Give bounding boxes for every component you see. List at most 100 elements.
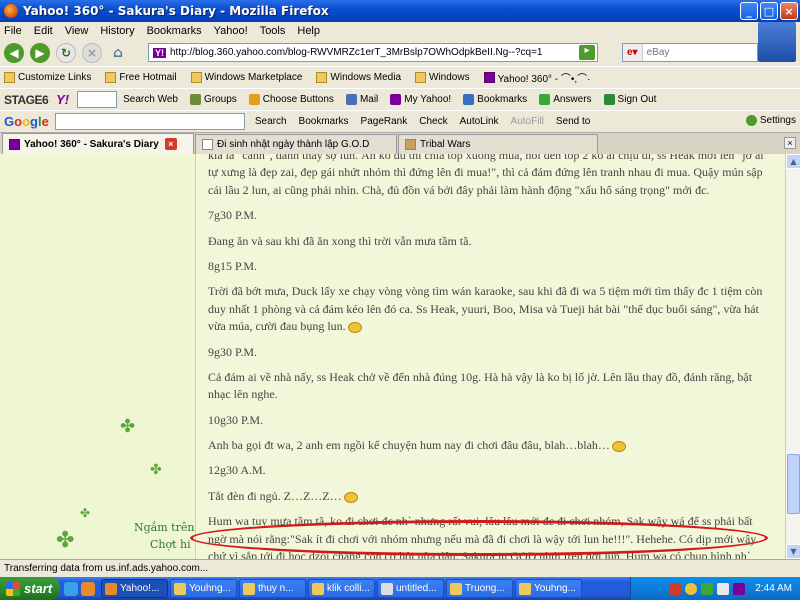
window-title: Yahoo! 360° - Sakura's Diary - Mozilla F… [23, 4, 329, 18]
taskbar-item[interactable]: klik colli... [308, 579, 375, 598]
answers-button[interactable]: Answers [539, 94, 592, 105]
menu-file[interactable]: File [4, 25, 22, 37]
windows-taskbar: start Yahoo!... Youhng... thuy n... klik… [0, 577, 800, 600]
post-timestamp: 9g30 P.M. [208, 344, 258, 359]
yahoo-logo[interactable]: Y! [56, 92, 69, 107]
yahoo-tray-icon[interactable] [733, 582, 746, 595]
url-bar[interactable]: Y! http://blog.360.yahoo.com/blog-RWVMRZ… [148, 43, 598, 62]
url-text[interactable]: http://blog.360.yahoo.com/blog-RWVMRZc1e… [170, 47, 542, 58]
google-search-input[interactable] [54, 113, 245, 130]
settings-button[interactable]: Settings [745, 115, 796, 126]
search-engine-icon[interactable]: e▾ [623, 44, 643, 61]
throbber-icon [758, 22, 796, 62]
system-tray: 2:44 AM [630, 577, 800, 600]
sign-out-button[interactable]: Sign Out [603, 94, 656, 105]
smile-emoticon-icon [611, 440, 626, 452]
google-bookmarks-button[interactable]: Bookmarks [299, 116, 349, 127]
vertical-scrollbar[interactable]: ▲ ▼ [785, 154, 800, 559]
google-logo[interactable]: Google [4, 114, 49, 129]
bookmark-item[interactable]: Windows Marketplace [190, 72, 302, 83]
answers-icon [539, 94, 551, 105]
status-bar: Transferring data from us.inf.ads.yahoo.… [0, 559, 800, 577]
windows-logo-icon [6, 581, 20, 596]
search-input[interactable] [642, 47, 723, 58]
minimize-button[interactable]: _ [740, 2, 758, 20]
menu-view[interactable]: View [65, 25, 89, 37]
check-button[interactable]: Check [419, 116, 447, 127]
menu-help[interactable]: Help [297, 25, 320, 37]
taskbar-item-firefox[interactable]: Yahoo!... [101, 579, 168, 598]
settings-icon [745, 115, 757, 126]
taskbar-item[interactable]: Truong... [446, 579, 513, 598]
tab-sinh-nhat[interactable]: Đi sinh nhật ngày thành lập G.O.D [195, 134, 397, 154]
my-yahoo-button[interactable]: My Yahoo! [390, 94, 451, 105]
taskbar-item[interactable]: thuy n... [239, 579, 306, 598]
stop-icon[interactable]: × [82, 43, 102, 63]
yahoo-bookmarks-button[interactable]: Bookmarks [463, 94, 527, 105]
firefox-icon [105, 582, 117, 595]
scroll-thumb[interactable] [787, 454, 800, 514]
maximize-button[interactable]: □ [760, 2, 778, 20]
ie-icon[interactable] [64, 581, 78, 596]
search-web-button[interactable]: Search Web [123, 94, 178, 105]
bookmark-item[interactable]: Customize Links [4, 72, 91, 83]
menu-bookmarks[interactable]: Bookmarks [147, 25, 202, 37]
bookmark-item[interactable]: Windows Media [316, 72, 401, 83]
post-paragraph: Tắt đèn đi ngủ. Z…Z…Z… [208, 488, 771, 505]
menu-bar: File Edit View History Bookmarks Yahoo! … [0, 22, 800, 62]
forward-icon[interactable]: ▶ [30, 43, 50, 63]
bookmark-item[interactable]: Free Hotmail [105, 72, 177, 83]
choose-buttons-button[interactable]: Choose Buttons [248, 94, 334, 105]
search-bar[interactable]: e▾ [622, 43, 758, 62]
close-tab-icon[interactable]: × [784, 137, 796, 149]
network-icon[interactable] [701, 582, 714, 595]
google-search-button[interactable]: Search [255, 116, 287, 127]
menu-history[interactable]: History [100, 25, 134, 37]
taskbar-item[interactable]: Youhng... [515, 579, 582, 598]
tab-sakuras-diary[interactable]: Yahoo! 360° - Sakura's Diary × [2, 133, 194, 154]
volume-icon[interactable] [717, 582, 730, 595]
menu-yahoo[interactable]: Yahoo! [214, 25, 248, 37]
sleepy-emoticon-icon [343, 491, 358, 503]
tab-strip: Yahoo! 360° - Sakura's Diary × Đi sinh n… [0, 132, 800, 154]
firefox-quicklaunch-icon[interactable] [81, 581, 95, 596]
groups-button[interactable]: Groups [189, 94, 237, 105]
folder-icon [243, 582, 255, 595]
go-icon[interactable]: ▸ [579, 45, 595, 60]
taskbar-item[interactable]: untitled... [377, 579, 444, 598]
blog-post-body: kia là "cảnh", đành thấy sợ lun. Ản ko đ… [195, 154, 785, 559]
clover-icon: ✤ [150, 462, 162, 478]
tab-tribal-wars[interactable]: Tribal Wars [398, 134, 598, 154]
back-icon[interactable]: ◀ [4, 43, 24, 63]
stage6-logo[interactable]: STAGE6 [4, 93, 49, 107]
autolink-button[interactable]: AutoLink [460, 116, 499, 127]
taskbar-item[interactable]: Youhng... [170, 579, 237, 598]
yahoo-favicon [9, 138, 20, 150]
send-to-button[interactable]: Send to [556, 116, 590, 127]
tab-close-icon[interactable]: × [164, 138, 177, 150]
post-paragraph: Đang ăn và sau khi đã ăn xong thì trời v… [208, 233, 472, 248]
firefox-icon [4, 4, 18, 18]
menu-tools[interactable]: Tools [260, 25, 286, 37]
scroll-up-icon[interactable]: ▲ [786, 154, 800, 169]
menu-edit[interactable]: Edit [34, 25, 53, 37]
yahoo-search-input[interactable] [77, 91, 118, 108]
post-timestamp: 7g30 P.M. [208, 208, 258, 223]
scroll-down-icon[interactable]: ▼ [786, 544, 800, 559]
post-paragraph: kia là "cảnh", đành thấy sợ lun. Ản ko đ… [208, 154, 764, 197]
bookmark-item[interactable]: Windows [415, 72, 470, 83]
pagerank-button[interactable]: PageRank [361, 116, 408, 127]
google-toolbar: Google Search Bookmarks PageRank Check A… [0, 110, 800, 132]
messenger-icon[interactable] [685, 582, 698, 595]
left-decoration: ✤ ✤ ✤ ✤ Ngắm trên n Chợt hi [0, 154, 205, 559]
close-button[interactable]: × [780, 2, 798, 20]
home-icon[interactable]: ⌂ [108, 43, 128, 63]
reload-icon[interactable]: ↻ [56, 43, 76, 63]
clover-icon: ✤ [56, 528, 75, 553]
bookmark-item[interactable]: Yahoo! 360° - ⌒•,⌒· [483, 70, 591, 85]
mail-button[interactable]: Mail [345, 94, 378, 105]
start-button[interactable]: start [0, 577, 60, 600]
autofill-button[interactable]: AutoFill [511, 116, 544, 127]
laughing-emoticon-icon [347, 321, 362, 333]
antivirus-icon[interactable] [669, 582, 682, 595]
